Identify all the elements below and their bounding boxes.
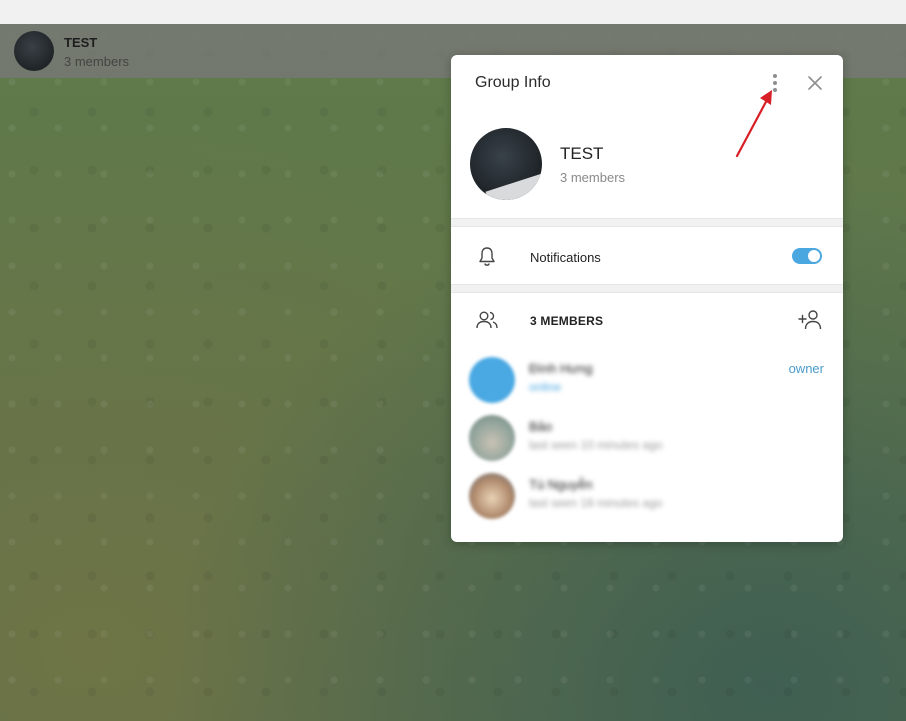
- more-vertical-icon-dot: [773, 81, 777, 85]
- group-name: TEST: [560, 144, 604, 163]
- group-member-count: 3 members: [560, 170, 626, 185]
- member-row[interactable]: Tú Nguyễn last seen 18 minutes ago: [451, 469, 843, 525]
- section-divider: [451, 284, 843, 293]
- member-name: Bảo: [529, 419, 553, 434]
- add-user-icon[interactable]: [798, 309, 824, 331]
- more-vertical-icon: [773, 74, 777, 78]
- browser-top-strip: [0, 0, 906, 24]
- chat-avatar[interactable]: [14, 31, 54, 71]
- members-header: 3 MEMBERS: [530, 314, 604, 328]
- member-avatar: [469, 415, 515, 461]
- close-button[interactable]: [805, 73, 825, 93]
- toggle-knob: [807, 249, 821, 263]
- member-row[interactable]: Đình Hưng online owner: [451, 353, 843, 409]
- users-icon: [476, 311, 498, 329]
- more-options-button[interactable]: [765, 72, 785, 94]
- member-role-badge: owner: [788, 361, 824, 376]
- bell-icon: [479, 247, 495, 266]
- member-name: Đình Hưng: [529, 361, 593, 376]
- chat-title: TEST: [64, 35, 98, 50]
- member-status: last seen 10 minutes ago: [529, 438, 663, 452]
- member-status: online: [529, 380, 562, 394]
- more-vertical-icon-dot: [773, 88, 777, 92]
- group-avatar[interactable]: [470, 128, 542, 200]
- panel-title: Group Info: [475, 74, 551, 91]
- member-avatar: [469, 473, 515, 519]
- member-avatar: [469, 357, 515, 403]
- chat-subtitle: 3 members: [64, 54, 130, 69]
- notifications-toggle[interactable]: [792, 248, 822, 264]
- member-name: Tú Nguyễn: [529, 477, 593, 492]
- close-icon: [808, 76, 822, 90]
- member-status: last seen 18 minutes ago: [529, 496, 663, 510]
- member-row[interactable]: Bảo last seen 10 minutes ago: [451, 411, 843, 467]
- section-divider: [451, 218, 843, 227]
- notifications-label: Notifications: [530, 250, 601, 265]
- group-info-panel: Group Info TEST 3 members Notifications …: [451, 55, 843, 542]
